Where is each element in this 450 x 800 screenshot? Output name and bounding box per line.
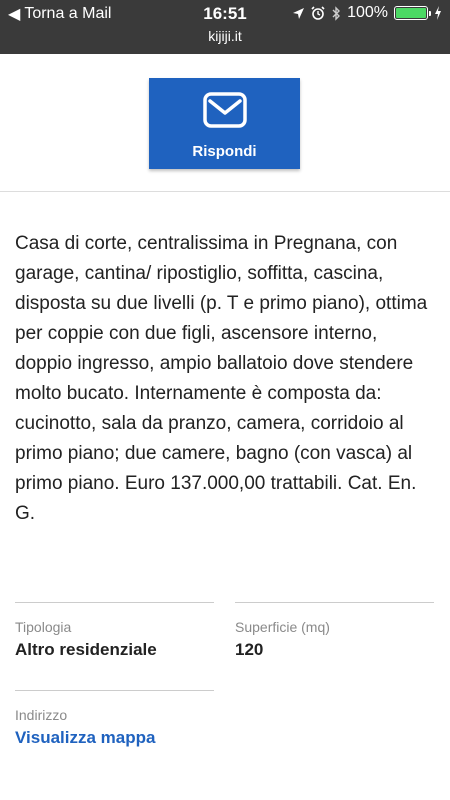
divider [235,602,434,603]
detail-indirizzo: Indirizzo Visualizza mappa [15,690,214,748]
alarm-icon [311,6,325,20]
reply-section: Rispondi [0,54,450,192]
charging-icon [435,6,441,20]
battery-level [396,8,426,18]
divider [15,602,214,603]
url-label: kijiji.it [208,28,242,44]
status-bar: ◀ Torna a Mail 16:51 100% kijiji.it [0,0,450,54]
divider [15,690,214,691]
tipologia-label: Tipologia [15,619,72,635]
reply-button[interactable]: Rispondi [149,78,300,169]
tipologia-value: Altro residenziale [15,640,157,659]
detail-tipologia: Tipologia Altro residenziale [15,602,214,660]
battery-percent: 100% [347,4,388,21]
bluetooth-icon [332,5,341,21]
location-arrow-icon [293,7,305,19]
envelope-icon [203,92,247,128]
view-map-link[interactable]: Visualizza mappa [15,728,214,748]
battery-icon [394,6,431,20]
detail-superficie: Superficie (mq) 120 [235,602,434,660]
status-icons: 100% [292,4,442,22]
indirizzo-label: Indirizzo [15,707,68,723]
reply-label: Rispondi [192,143,257,160]
superficie-value: 120 [235,640,264,659]
ad-description: Casa di corte, centralissima in Pregnana… [15,233,428,524]
superficie-label: Superficie (mq) [235,619,330,635]
